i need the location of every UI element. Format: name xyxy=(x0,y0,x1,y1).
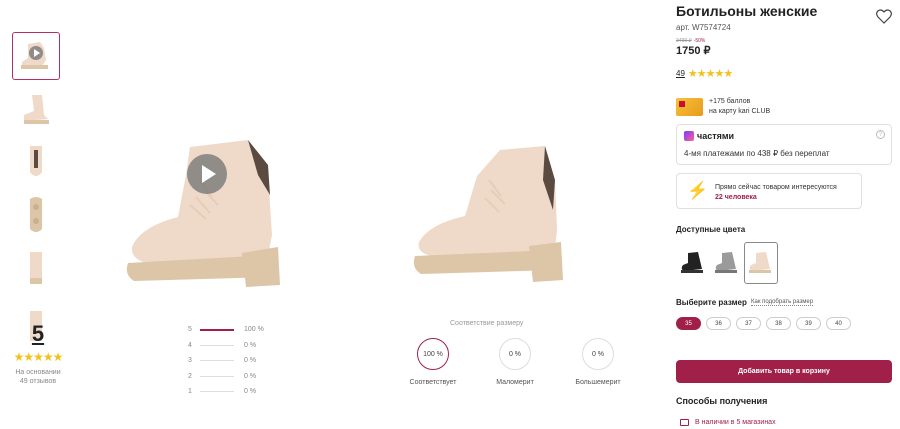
chastyami-icon xyxy=(684,131,694,141)
size-option-38[interactable]: 38 xyxy=(766,317,791,330)
thumbnail-4[interactable] xyxy=(12,191,60,239)
size-label: Выберите размер xyxy=(676,298,747,307)
installments-text: 4-мя платежами по 438 ₽ без переплат xyxy=(684,149,830,158)
rating-stars: ★★★★★ xyxy=(13,350,64,364)
distribution-row: 2 0 % xyxy=(188,372,257,380)
boot-front-icon xyxy=(30,146,42,176)
fit-runs-large: 0 % Большемерит xyxy=(558,338,638,386)
bonus-info: +175 баллов на карту kari CLUB xyxy=(676,97,770,117)
price: 1750 ₽ xyxy=(676,45,711,57)
thumbnail-3[interactable] xyxy=(12,138,60,186)
colors-label: Доступные цвета xyxy=(676,225,746,234)
fit-title: Соответствие размеру xyxy=(450,320,524,327)
product-image-secondary[interactable] xyxy=(405,140,575,288)
rating-summary: 5 ★★★★★ На основании 49 отзывов xyxy=(10,322,66,386)
size-guide-link[interactable]: Как подобрать размер xyxy=(751,299,814,306)
favorite-heart-icon[interactable] xyxy=(876,9,892,24)
color-swatch-grey[interactable] xyxy=(710,242,744,284)
distribution-row: 5 100 % xyxy=(188,326,264,334)
color-swatch-beige[interactable] xyxy=(744,242,778,284)
add-to-cart-button[interactable]: Добавить товар в корзину xyxy=(676,360,892,383)
product-title: Ботильоны женские xyxy=(676,3,818,19)
size-option-35[interactable]: 35 xyxy=(676,317,701,330)
boot-back-icon xyxy=(30,252,42,284)
boot-sole-icon xyxy=(30,197,42,232)
size-options: 35 36 37 38 39 40 xyxy=(676,317,856,330)
size-option-40[interactable]: 40 xyxy=(826,317,851,330)
rating-based-on: На основании 49 отзывов xyxy=(15,369,61,385)
installments-box[interactable]: частями 4-мя платежами по 438 ₽ без пере… xyxy=(676,124,892,165)
fit-runs-small: 0 % Маломерит xyxy=(475,338,555,386)
boot-thumbnail-icon xyxy=(21,42,48,69)
thumbnail-2[interactable] xyxy=(12,85,60,133)
distribution-row: 4 0 % xyxy=(188,341,257,349)
rating-score: 5 xyxy=(31,321,45,346)
rating-distribution: 5 100 % 4 0 % 3 0 % 2 0 % 1 0 % xyxy=(188,322,278,400)
product-rating[interactable]: 49 ★★★★★ xyxy=(676,67,733,80)
info-icon[interactable]: ? xyxy=(876,130,885,139)
size-option-36[interactable]: 36 xyxy=(706,317,731,330)
size-option-39[interactable]: 39 xyxy=(796,317,821,330)
color-swatch-black[interactable] xyxy=(676,242,710,284)
store-icon xyxy=(680,419,689,426)
kari-card-icon xyxy=(676,98,703,116)
size-option-37[interactable]: 37 xyxy=(736,317,761,330)
distribution-fill xyxy=(200,328,234,331)
stock-link[interactable]: В наличии в 5 магазинах xyxy=(680,419,776,426)
reviews-count-link: 49 xyxy=(676,69,685,78)
product-article: арт. W7574724 xyxy=(676,23,731,32)
fit-true-to-size: 100 % Соответствует xyxy=(393,338,473,386)
thumbnail-5[interactable] xyxy=(12,244,60,292)
rating-stars-icon: ★★★★★ xyxy=(687,68,733,80)
boot-side-icon xyxy=(24,95,49,124)
interest-box: ⚡ Прямо сейчас товаром интересуются 22 ч… xyxy=(676,173,862,209)
delivery-title: Способы получения xyxy=(676,396,768,406)
thumbnail-list xyxy=(12,32,62,350)
distribution-row: 1 0 % xyxy=(188,388,257,396)
chastyami-logo: частями xyxy=(684,131,734,141)
distribution-row: 3 0 % xyxy=(188,357,257,365)
play-video-button[interactable] xyxy=(187,154,227,194)
thumbnail-video[interactable] xyxy=(12,32,60,80)
lightning-icon: ⚡ xyxy=(687,181,709,200)
